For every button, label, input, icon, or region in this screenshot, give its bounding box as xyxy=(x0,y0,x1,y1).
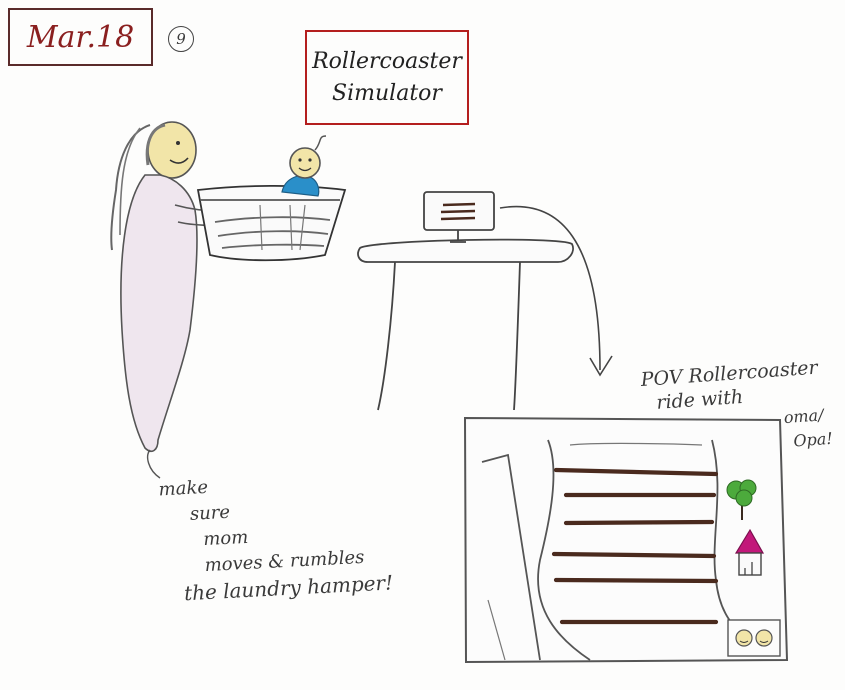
laundry-hamper xyxy=(196,184,347,262)
note-brace xyxy=(147,449,161,479)
note-pov-ride: POV Rollercoaster ride with oma/ Opa! xyxy=(640,354,845,464)
table-leg-left xyxy=(377,261,396,411)
passenger-faces-icon xyxy=(727,619,781,657)
sketch-page: Mar.18 9 Rollercoaster Simulator make su… xyxy=(0,0,845,690)
note-line: Opa! xyxy=(792,428,834,451)
mom-body xyxy=(120,174,198,452)
mom-figure xyxy=(110,121,251,452)
table-leg-right xyxy=(513,261,521,411)
baby-face xyxy=(289,147,321,179)
table-with-monitor xyxy=(357,191,574,411)
note-mom-moves-hamper: make sure mom moves & rumbles the laundr… xyxy=(148,462,454,608)
table-top xyxy=(357,238,574,263)
baby-shirt xyxy=(281,175,320,197)
